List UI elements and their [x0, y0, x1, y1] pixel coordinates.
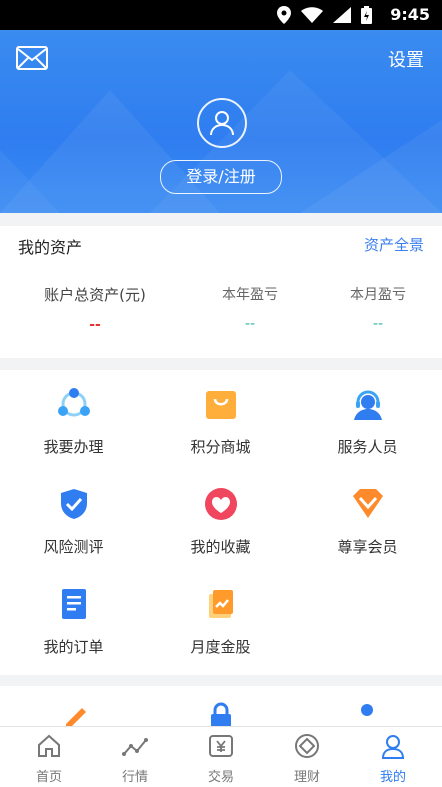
- person-icon[interactable]: [352, 700, 382, 726]
- total-assets: 账户总资产(元) --: [40, 284, 150, 333]
- tab-home[interactable]: 首页: [5, 733, 93, 785]
- tab-label: 理财: [293, 770, 320, 785]
- settings-button[interactable]: 设置: [388, 46, 424, 72]
- year-profit-value: --: [244, 316, 256, 332]
- year-profit-label: 本年盈亏: [222, 287, 278, 303]
- total-assets-value: --: [89, 317, 101, 333]
- service-label: 我的收藏: [190, 538, 251, 556]
- service-vip[interactable]: 尊享会员: [294, 470, 441, 570]
- battery-icon: [361, 6, 372, 24]
- tab-mine[interactable]: 我的: [349, 733, 437, 785]
- tab-label: 首页: [35, 770, 62, 785]
- share-nodes-icon: [57, 388, 90, 417]
- year-profit: 本年盈亏 --: [210, 284, 290, 332]
- month-profit-value: --: [372, 316, 384, 332]
- user-icon: [210, 111, 234, 136]
- asset-overview-link[interactable]: 资产全景: [364, 234, 424, 255]
- vip-diamond-icon: [352, 489, 383, 518]
- wealth-icon: [295, 734, 319, 758]
- wifi-icon: [301, 7, 323, 23]
- status-icons: [277, 6, 372, 24]
- trade-yen-icon: [209, 735, 233, 757]
- service-staff[interactable]: 服务人员: [294, 370, 441, 470]
- bottom-navigation: 首页 行情 交易 理财 我的: [0, 726, 442, 787]
- market-trend-icon: [122, 738, 148, 756]
- tab-label: 我的: [379, 770, 406, 785]
- service-label: 积分商城: [190, 438, 251, 456]
- mail-icon[interactable]: [16, 46, 48, 70]
- location-icon: [277, 6, 291, 24]
- section-title: 我的资产: [18, 238, 83, 257]
- shield-check-icon: [60, 489, 87, 519]
- service-risk-assessment[interactable]: 风险测评: [0, 470, 147, 570]
- status-bar: 9:45: [0, 0, 442, 30]
- shopping-bag-icon: [205, 391, 236, 419]
- pencil-icon[interactable]: [60, 700, 90, 726]
- service-handle[interactable]: 我要办理: [0, 370, 147, 470]
- my-assets-section: 我的资产 资产全景 账户总资产(元) -- 本年盈亏 -- 本月盈亏 --: [0, 226, 442, 358]
- headset-person-icon: [353, 390, 382, 420]
- month-profit-label: 本月盈亏: [350, 287, 406, 303]
- service-label: 尊享会员: [337, 538, 398, 556]
- lock-icon[interactable]: [206, 700, 236, 726]
- more-services-section: [0, 686, 442, 726]
- service-label: 风险测评: [43, 538, 104, 556]
- service-label: 月度金股: [190, 638, 251, 656]
- service-label: 服务人员: [337, 438, 398, 456]
- avatar[interactable]: [197, 98, 247, 148]
- service-favorites[interactable]: 我的收藏: [147, 470, 294, 570]
- home-icon: [38, 734, 60, 757]
- tab-trade[interactable]: 交易: [177, 733, 265, 785]
- order-list-icon: [61, 589, 86, 619]
- total-assets-label: 账户总资产(元): [44, 286, 146, 304]
- service-points-mall[interactable]: 积分商城: [147, 370, 294, 470]
- login-register-button[interactable]: 登录/注册: [160, 160, 282, 194]
- profile-header: 设置 登录/注册: [0, 30, 442, 213]
- tab-wealth[interactable]: 理财: [263, 733, 351, 785]
- status-time: 9:45: [390, 5, 430, 24]
- tab-market[interactable]: 行情: [91, 733, 179, 785]
- stock-report-icon: [208, 590, 233, 618]
- service-label: 我的订单: [43, 638, 104, 656]
- service-monthly-stocks[interactable]: 月度金股: [147, 570, 294, 670]
- service-orders[interactable]: 我的订单: [0, 570, 147, 670]
- service-label: 我要办理: [43, 438, 104, 456]
- services-grid: 我要办理 积分商城 服务人员 风险测评 我的收藏 尊享会员 我的订单 月度金股: [0, 370, 442, 675]
- signal-icon: [333, 7, 351, 23]
- tab-label: 行情: [121, 770, 148, 785]
- heart-icon: [204, 488, 237, 520]
- month-profit: 本月盈亏 --: [338, 284, 418, 332]
- tab-label: 交易: [207, 770, 234, 785]
- profile-icon: [381, 735, 405, 759]
